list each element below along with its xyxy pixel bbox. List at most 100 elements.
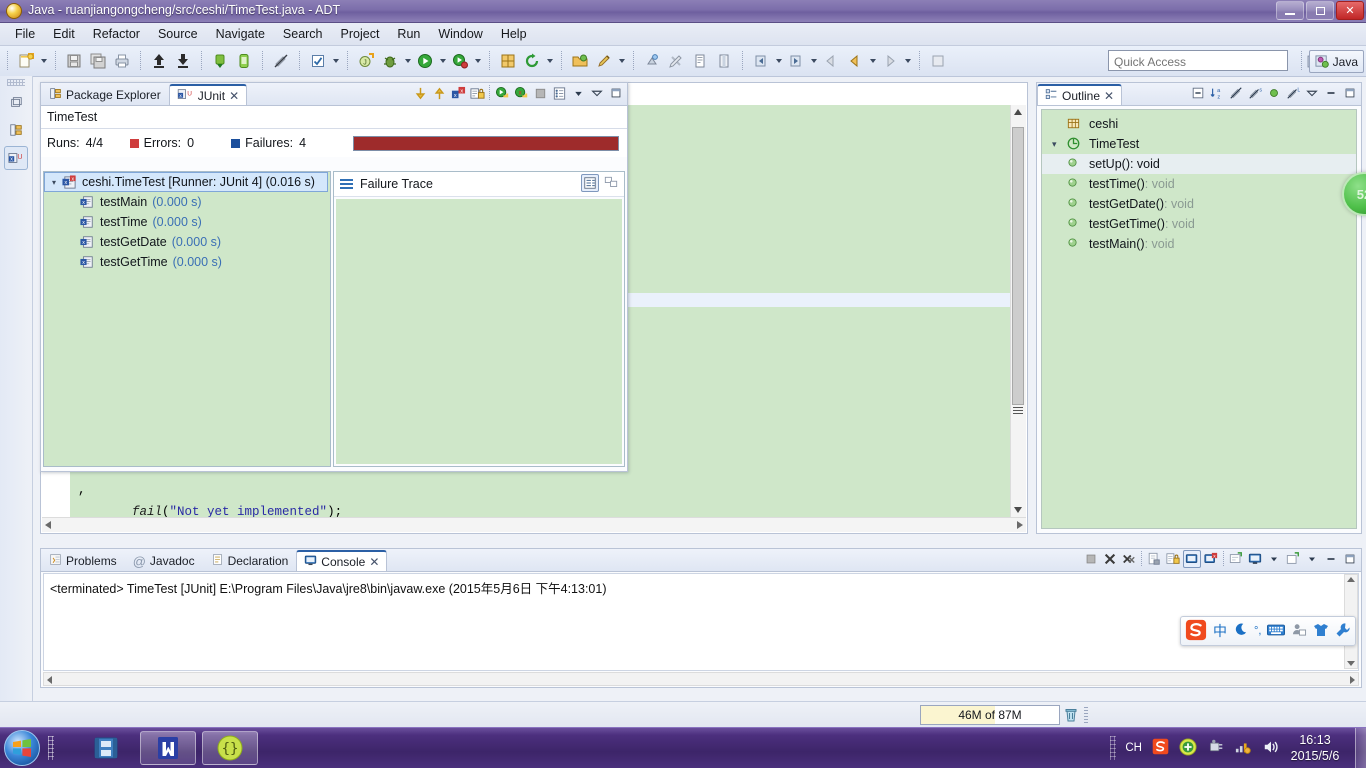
perspective-java-button[interactable]: Java <box>1308 50 1364 73</box>
outline-item-testMain[interactable]: testMain() : void <box>1042 234 1356 254</box>
menu-window[interactable]: Window <box>429 25 491 43</box>
annotate-icon[interactable] <box>593 50 615 72</box>
hide-fields-icon[interactable] <box>1227 84 1245 102</box>
maximize-icon[interactable] <box>1341 550 1359 568</box>
menu-project[interactable]: Project <box>332 25 389 43</box>
rerun-test-icon[interactable] <box>493 84 511 102</box>
tree-twisty[interactable]: ▾ <box>1052 139 1066 150</box>
tray-grip[interactable] <box>1110 736 1116 760</box>
maximize-button[interactable] <box>1306 1 1334 20</box>
export-icon[interactable] <box>148 50 170 72</box>
refresh-icon[interactable] <box>521 50 543 72</box>
sogou-logo-icon[interactable] <box>1185 619 1207 644</box>
save-all-icon[interactable] <box>87 50 109 72</box>
minimize-icon[interactable] <box>1322 550 1340 568</box>
forward-dropdown-icon[interactable] <box>867 50 878 72</box>
checkmark-icon[interactable] <box>307 50 329 72</box>
toggle-block-icon[interactable] <box>713 50 735 72</box>
minimize-button[interactable] <box>1276 1 1304 20</box>
close-icon[interactable]: ✕ <box>369 555 379 569</box>
restore-icon[interactable] <box>4 90 28 114</box>
failure-trace-content[interactable] <box>336 199 622 464</box>
print-icon[interactable] <box>111 50 133 72</box>
refresh-dropdown-icon[interactable] <box>544 50 555 72</box>
scroll-right-arrow-icon[interactable] <box>1017 521 1023 529</box>
status-resize-grip[interactable] <box>1084 707 1088 723</box>
ime-indicator[interactable]: CH <box>1125 742 1142 754</box>
test-history-dropdown-icon[interactable] <box>569 84 587 102</box>
debug-icon[interactable] <box>379 50 401 72</box>
menu-navigate[interactable]: Navigate <box>207 25 274 43</box>
next-failure-icon[interactable] <box>411 84 429 102</box>
remove-launch-icon[interactable] <box>1101 550 1119 568</box>
scroll-lock-icon[interactable] <box>1164 550 1182 568</box>
junit-tree-item-testGetTime[interactable]: x testGetTime (0.000 s) <box>44 252 330 272</box>
new-java-class-icon[interactable]: J <box>355 50 377 72</box>
test-history-icon[interactable] <box>550 84 568 102</box>
minimize-icon[interactable] <box>1322 84 1340 102</box>
menu-edit[interactable]: Edit <box>44 25 84 43</box>
new-wizard-dropdown-icon[interactable] <box>38 50 49 72</box>
json-app-icon[interactable]: {} <box>202 731 258 765</box>
junit-tree-root[interactable]: ▾ xx ceshi.TimeTest [Runner: JUnit 4] (0… <box>44 172 328 192</box>
back-arrow-icon[interactable] <box>820 50 842 72</box>
start-orb-icon[interactable] <box>4 730 40 766</box>
menu-file[interactable]: File <box>6 25 44 43</box>
next-dropdown-icon[interactable] <box>902 50 913 72</box>
word-app-icon[interactable] <box>140 731 196 765</box>
open-console-dropdown-icon[interactable] <box>1303 550 1321 568</box>
skin-icon[interactable] <box>1313 622 1329 641</box>
trash-icon[interactable] <box>1062 706 1080 724</box>
clear-console-icon[interactable] <box>1145 550 1163 568</box>
display-selected-dropdown-icon[interactable] <box>1265 550 1283 568</box>
last-edit-location-icon[interactable] <box>689 50 711 72</box>
forward-history-dropdown-icon[interactable] <box>808 50 819 72</box>
scroll-left-arrow-icon[interactable] <box>45 521 51 529</box>
open-perspective-folder-icon[interactable] <box>569 50 591 72</box>
close-icon[interactable]: ✕ <box>229 89 239 103</box>
previous-failure-icon[interactable] <box>430 84 448 102</box>
menu-refactor[interactable]: Refactor <box>84 25 149 43</box>
pin-console-icon[interactable]: x <box>1202 550 1220 568</box>
usb-eject-icon[interactable] <box>1207 738 1224 758</box>
junit-tree-item-testGetDate[interactable]: x testGetDate (0.000 s) <box>44 232 330 252</box>
network-icon[interactable] <box>1234 739 1252 758</box>
package-explorer-icon[interactable] <box>4 118 28 142</box>
editor-scroll-thumb[interactable] <box>1012 127 1024 405</box>
outline-item-testTime[interactable]: testTime() : void <box>1042 174 1356 194</box>
close-button[interactable]: ✕ <box>1336 1 1364 20</box>
junit-tree-item-testMain[interactable]: x testMain (0.000 s) <box>44 192 330 212</box>
back-icon[interactable] <box>750 50 772 72</box>
tab-console[interactable]: Console ✕ <box>296 550 388 571</box>
moon-icon[interactable] <box>1233 622 1248 640</box>
junit-tree-item-testTime[interactable]: x testTime (0.000 s) <box>44 212 330 232</box>
heap-status-indicator[interactable]: 46M of 87M <box>920 705 1060 725</box>
scroll-up-arrow-icon[interactable] <box>1347 577 1355 582</box>
pin-editor-icon[interactable] <box>927 50 949 72</box>
settings-icon[interactable] <box>1335 622 1351 641</box>
filter-stack-trace-icon[interactable] <box>581 174 599 192</box>
annotate-dropdown-icon[interactable] <box>616 50 627 72</box>
next-arrow-icon[interactable] <box>879 50 901 72</box>
compare-result-icon[interactable] <box>602 174 620 192</box>
outline-item-testGetDate[interactable]: testGetDate() : void <box>1042 194 1356 214</box>
view-menu-icon[interactable] <box>588 84 606 102</box>
minimize-icon[interactable] <box>607 84 625 102</box>
menu-search[interactable]: Search <box>274 25 332 43</box>
toggle-mark-occurrences-icon[interactable] <box>270 50 292 72</box>
open-type-icon[interactable] <box>497 50 519 72</box>
android-avd-manager-icon[interactable] <box>233 50 255 72</box>
fast-view-grip[interactable] <box>7 79 25 86</box>
taskbar-clock[interactable]: 16:13 2015/5/6 <box>1282 732 1348 764</box>
outline-item-package[interactable]: ceshi <box>1042 114 1356 134</box>
user-panel-icon[interactable] <box>1291 622 1307 640</box>
rerun-failed-test-icon[interactable]: x <box>512 84 530 102</box>
outline-item-testGetTime[interactable]: testGetTime() : void <box>1042 214 1356 234</box>
keyboard-icon[interactable] <box>1267 623 1286 640</box>
punctuation-mode-icon[interactable]: °, <box>1254 625 1261 637</box>
open-console-icon[interactable] <box>1284 550 1302 568</box>
outline-item-setUp[interactable]: setUp() : void <box>1042 154 1356 174</box>
show-desktop-button[interactable] <box>1355 728 1366 768</box>
debug-dropdown-icon[interactable] <box>402 50 413 72</box>
menu-source[interactable]: Source <box>149 25 207 43</box>
